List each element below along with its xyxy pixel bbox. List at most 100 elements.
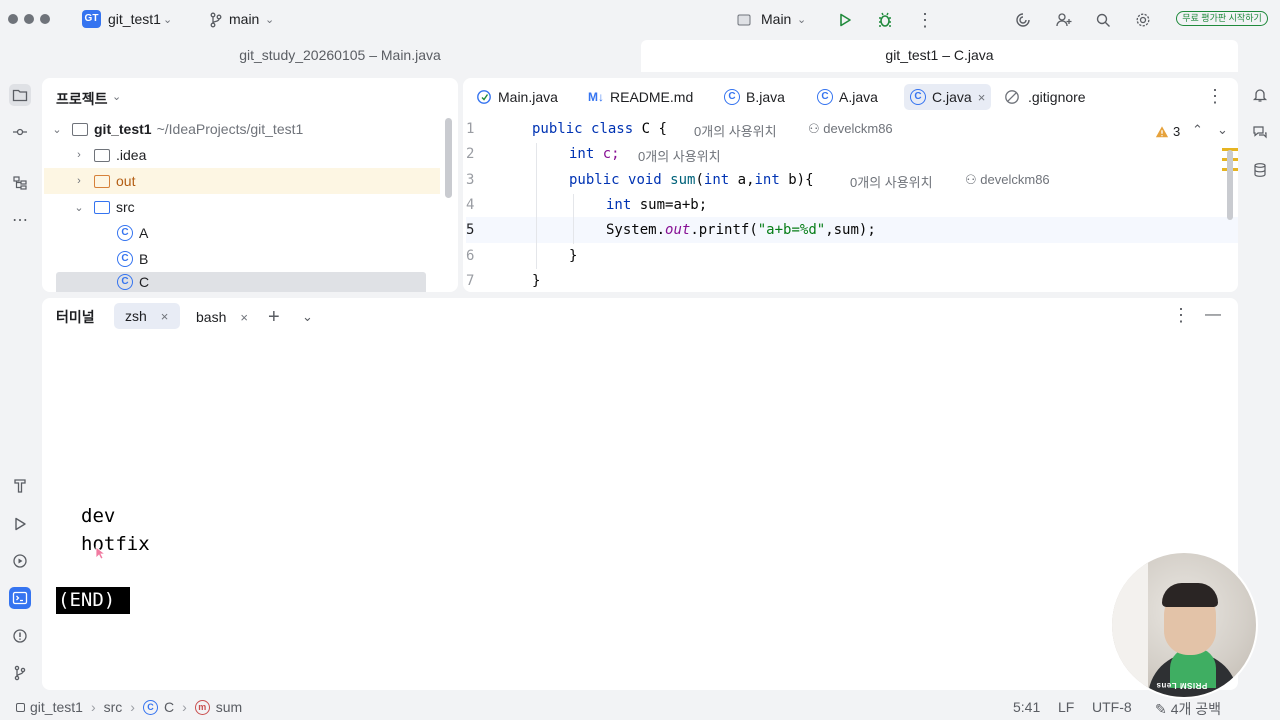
chevron-right-icon[interactable]: › — [72, 175, 86, 187]
tree-item-src[interactable]: ⌄ src — [72, 194, 134, 220]
code-line-2[interactable]: int c; — [569, 146, 620, 162]
chevron-down-icon[interactable]: ⌄ — [797, 13, 806, 26]
chevron-down-icon[interactable]: ⌄ — [302, 305, 313, 329]
chevron-down-icon[interactable]: ⌄ — [265, 13, 274, 26]
window-tab-git-study[interactable]: git_study_20260105 – Main.java — [200, 40, 480, 72]
build-tool-icon[interactable] — [9, 475, 31, 497]
notifications-icon[interactable] — [1249, 84, 1271, 106]
more-vertical-icon[interactable]: ⋮ — [1205, 86, 1225, 106]
author-name: develckm86 — [823, 121, 893, 136]
chevron-down-icon[interactable]: ⌄ — [72, 201, 86, 214]
file-encoding[interactable]: UTF-8 — [1092, 699, 1132, 715]
project-scrollbar[interactable] — [445, 118, 452, 198]
run-config-selector[interactable]: Main — [761, 11, 791, 27]
run-icon[interactable] — [835, 10, 855, 30]
code-line-5[interactable]: System.out.printf("a+b=%d",sum); — [606, 222, 876, 238]
tab-readme-md[interactable]: M↓ README.md — [588, 84, 693, 110]
window-zoom-dot[interactable] — [40, 14, 50, 24]
terminal-tab-zsh[interactable]: zsh × — [114, 303, 180, 329]
close-icon[interactable]: × — [978, 90, 986, 105]
close-icon[interactable]: × — [161, 309, 169, 324]
start-trial-button[interactable]: 무료 평가판 시작하기 — [1176, 11, 1268, 26]
close-icon[interactable]: × — [240, 310, 248, 325]
chevron-down-icon[interactable]: ⌄ — [50, 123, 64, 136]
code-line-3[interactable]: public void sum(int a,int b){ — [569, 172, 814, 188]
structure-tool-icon[interactable] — [9, 172, 31, 194]
project-selector[interactable]: git_test1 — [108, 11, 161, 27]
usages-hint[interactable]: 0개의 사용위치 — [638, 146, 721, 165]
gear-icon[interactable] — [1133, 10, 1153, 30]
new-tab-plus-icon[interactable]: + — [268, 305, 280, 329]
author-hint[interactable]: ⚇ develckm86 — [808, 121, 893, 137]
tab-label: .gitignore — [1028, 89, 1086, 105]
tab-label: C.java — [932, 89, 972, 105]
caret-position[interactable]: 5:41 — [1013, 699, 1040, 715]
terminal-tab-bash[interactable]: bash × — [196, 305, 248, 329]
chevron-right-icon[interactable]: › — [72, 149, 86, 161]
tab-gitignore[interactable]: .gitignore — [1004, 84, 1086, 110]
terminal-tool-icon[interactable] — [9, 587, 31, 609]
code-line-4[interactable]: int sum=a+b; — [606, 197, 707, 213]
project-badge[interactable]: GT — [82, 10, 101, 28]
window-close-dot[interactable] — [8, 14, 18, 24]
search-icon[interactable] — [1093, 10, 1113, 30]
chevron-up-icon[interactable]: ⌃ — [1192, 122, 1203, 138]
terminal-output-line: dev — [81, 505, 116, 527]
indent-setting[interactable]: ✎ 4개 공백 — [1155, 699, 1221, 719]
tree-item-a[interactable]: C A — [117, 220, 148, 246]
person-icon: ⚇ — [965, 172, 981, 187]
tree-item-out[interactable]: › out — [44, 168, 440, 194]
webcam-label: PRISM Lens — [1156, 681, 1208, 690]
commit-tool-icon[interactable] — [9, 121, 31, 143]
git-tool-icon[interactable] — [9, 662, 31, 684]
breadcrumb-item[interactable]: C — [164, 699, 174, 715]
chevron-down-icon[interactable]: ⌄ — [1217, 122, 1228, 138]
ai-chat-icon[interactable] — [1249, 121, 1271, 143]
usages-hint[interactable]: 0개의 사용위치 — [850, 172, 933, 191]
editor-scrollbar[interactable] — [1227, 150, 1233, 220]
chevron-down-icon[interactable]: ⌄ — [163, 13, 172, 26]
tree-root[interactable]: ⌄ git_test1 ~/IdeaProjects/git_test1 — [50, 116, 303, 142]
tree-item-b[interactable]: C B — [117, 246, 148, 272]
minimize-icon[interactable]: — — [1203, 305, 1223, 325]
tab-c-java[interactable]: C C.java × — [904, 84, 992, 110]
ai-assistant-icon[interactable] — [1013, 10, 1033, 30]
more-vertical-icon[interactable]: ⋮ — [1171, 305, 1191, 325]
tab-main-java[interactable]: Main.java — [476, 84, 558, 110]
author-hint[interactable]: ⚇ develckm86 — [965, 172, 1050, 188]
breadcrumb-item[interactable]: src — [104, 699, 123, 715]
more-tools-icon[interactable]: ⋯ — [9, 209, 31, 231]
branch-selector[interactable]: main — [229, 11, 259, 27]
window-tab-git-test1[interactable]: git_test1 – C.java — [641, 40, 1238, 72]
webcam-background — [1112, 553, 1148, 697]
usages-hint[interactable]: 0개의 사용위치 — [694, 121, 777, 140]
param: b){ — [788, 172, 814, 188]
line-separator[interactable]: LF — [1058, 699, 1074, 715]
chevron-down-icon[interactable]: ⌄ — [112, 90, 121, 103]
tree-item-idea[interactable]: › .idea — [72, 142, 146, 168]
project-panel-title[interactable]: 프로젝트 — [56, 89, 108, 109]
tab-label: zsh — [125, 308, 147, 324]
keyword: class — [591, 121, 634, 137]
debug-icon[interactable] — [875, 10, 895, 30]
add-user-icon[interactable] — [1054, 10, 1074, 30]
class-name: C — [641, 121, 651, 137]
tab-label: A.java — [839, 89, 878, 105]
breadcrumb-item[interactable]: sum — [216, 699, 242, 715]
problems-tool-icon[interactable] — [9, 625, 31, 647]
code-line-7[interactable]: } — [532, 273, 540, 289]
tab-a-java[interactable]: C A.java — [817, 84, 878, 110]
class-icon: C — [117, 274, 133, 290]
window-minimize-dot[interactable] — [24, 14, 34, 24]
tree-item-c[interactable]: C C — [56, 272, 426, 292]
inspection-widget[interactable]: 3 — [1155, 124, 1180, 139]
project-tool-icon[interactable] — [9, 84, 31, 106]
run-tool-icon[interactable] — [9, 513, 31, 535]
database-icon[interactable] — [1249, 159, 1271, 181]
code-line-1[interactable]: public class C { — [532, 121, 667, 137]
breadcrumb-item[interactable]: git_test1 — [30, 699, 83, 715]
more-vertical-icon[interactable]: ⋮ — [915, 10, 935, 30]
tab-b-java[interactable]: C B.java — [724, 84, 785, 110]
services-tool-icon[interactable] — [9, 550, 31, 572]
code-line-6[interactable]: } — [569, 248, 577, 264]
